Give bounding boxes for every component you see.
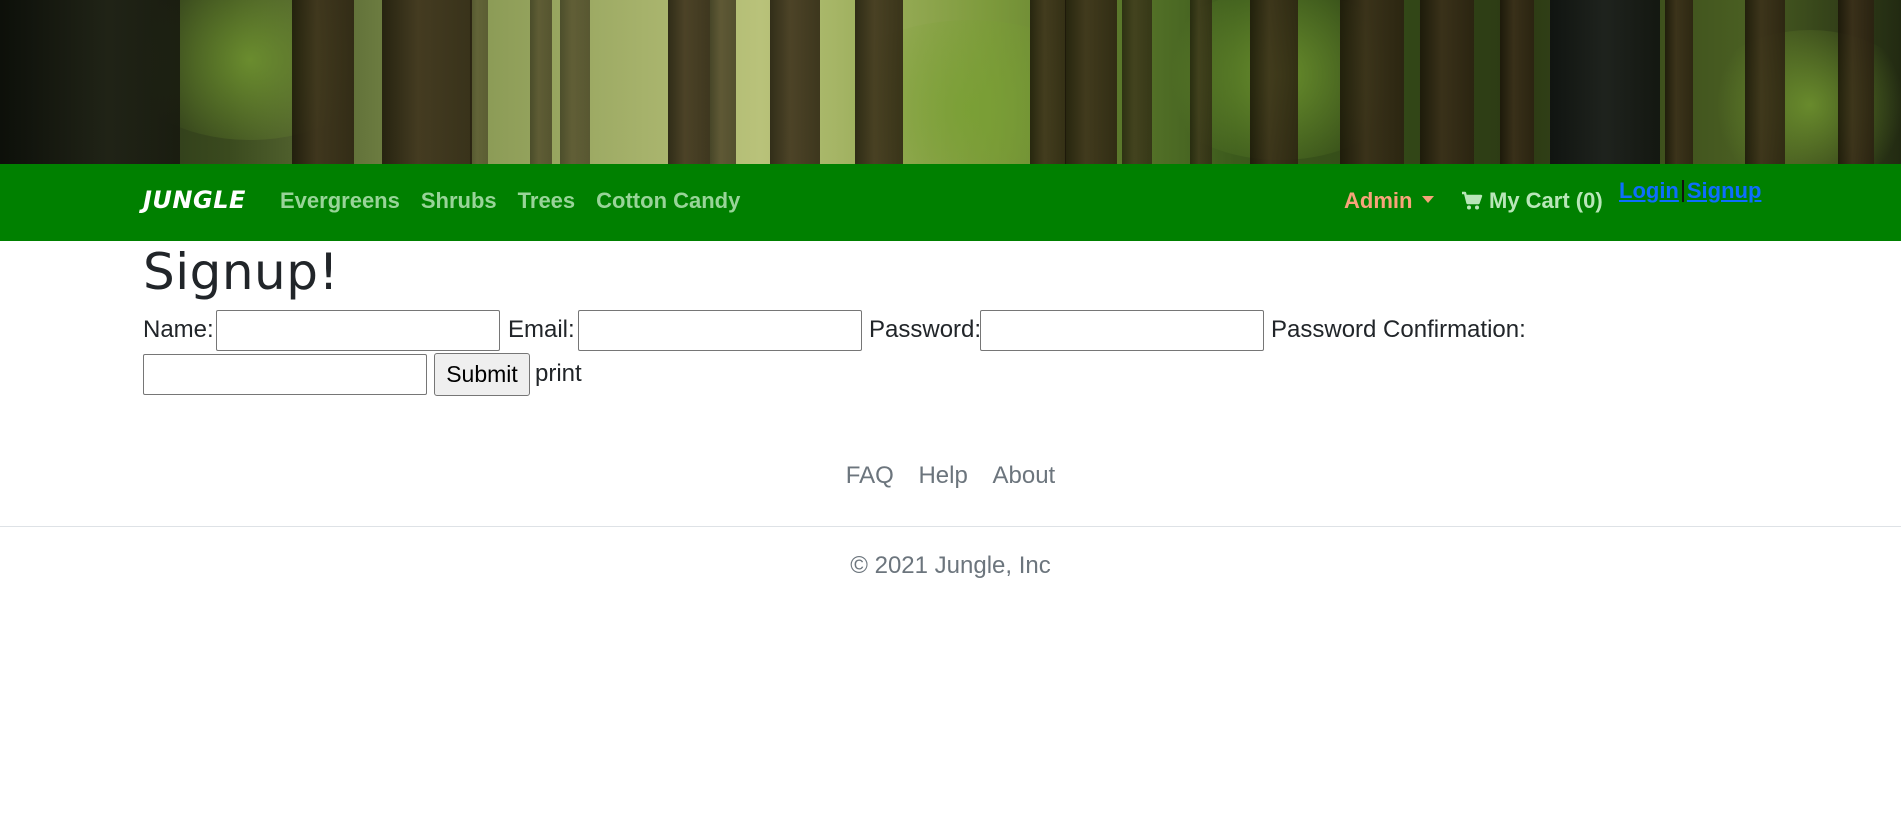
signup-link[interactable]: Signup [1687,178,1762,204]
admin-dropdown[interactable]: Admin [1344,188,1435,214]
tree-trunk [382,0,472,164]
tree-trunk [1122,0,1152,164]
password-label: Password: [869,316,982,343]
tree-trunk [1838,0,1874,164]
footer-links: FAQ Help About [0,462,1901,490]
tree-trunk [1745,0,1785,164]
main-content: Signup! Name: Email: Password: Password … [143,241,1763,396]
footer-divider [0,526,1901,527]
tree-trunk [1065,0,1117,164]
tree-trunk [1250,0,1298,164]
tree-trunk [710,0,736,164]
auth-links: Login Signup [1619,178,1761,204]
brand-logo[interactable]: JUNGLE [143,186,246,214]
tree-trunk [0,0,180,164]
tree-trunk [1665,0,1693,164]
nav-link-evergreens[interactable]: Evergreens [280,188,400,214]
tree-trunk [1340,0,1404,164]
tree-trunk [560,0,590,164]
password-confirmation-input[interactable] [143,354,427,395]
footer-link-about[interactable]: About [993,462,1056,489]
nav-link-trees[interactable]: Trees [518,188,576,214]
login-link[interactable]: Login [1619,178,1679,204]
password-input[interactable] [980,310,1264,351]
shopping-cart-icon [1461,191,1483,211]
tree-trunk [1420,0,1474,164]
page-title: Signup! [143,243,340,301]
copyright: © 2021 Jungle, Inc [850,552,1051,579]
print-text: print [535,360,582,387]
cart-label: My Cart (0) [1489,188,1603,213]
my-cart-link[interactable]: My Cart (0) [1461,188,1603,214]
top-navbar: JUNGLE Evergreens Shrubs Trees Cotton Ca… [0,164,1901,241]
tree-trunk [1500,0,1534,164]
password-confirmation-label: Password Confirmation: [1271,316,1526,343]
tree-trunk [1030,0,1066,164]
auth-separator [1681,180,1684,202]
nav-links: Evergreens Shrubs Trees Cotton Candy [280,188,740,214]
footer-link-help[interactable]: Help [918,462,967,489]
email-label: Email: [508,316,575,343]
name-input[interactable] [216,310,500,351]
hero-forest-banner [0,0,1901,164]
caret-down-icon [1422,195,1435,203]
tree-trunk [470,0,488,164]
nav-link-cotton-candy[interactable]: Cotton Candy [596,188,740,214]
tree-trunk [1190,0,1212,164]
tree-trunk [1550,0,1660,164]
tree-trunk [530,0,552,164]
nav-link-shrubs[interactable]: Shrubs [421,188,497,214]
footer-link-faq[interactable]: FAQ [846,462,894,489]
tree-trunk [668,0,710,164]
name-label: Name: [143,316,214,343]
tree-trunk [855,0,903,164]
submit-button[interactable]: Submit [434,353,530,396]
tree-trunk [770,0,820,164]
admin-label: Admin [1344,188,1413,213]
tree-trunk [292,0,354,164]
email-input[interactable] [578,310,862,351]
